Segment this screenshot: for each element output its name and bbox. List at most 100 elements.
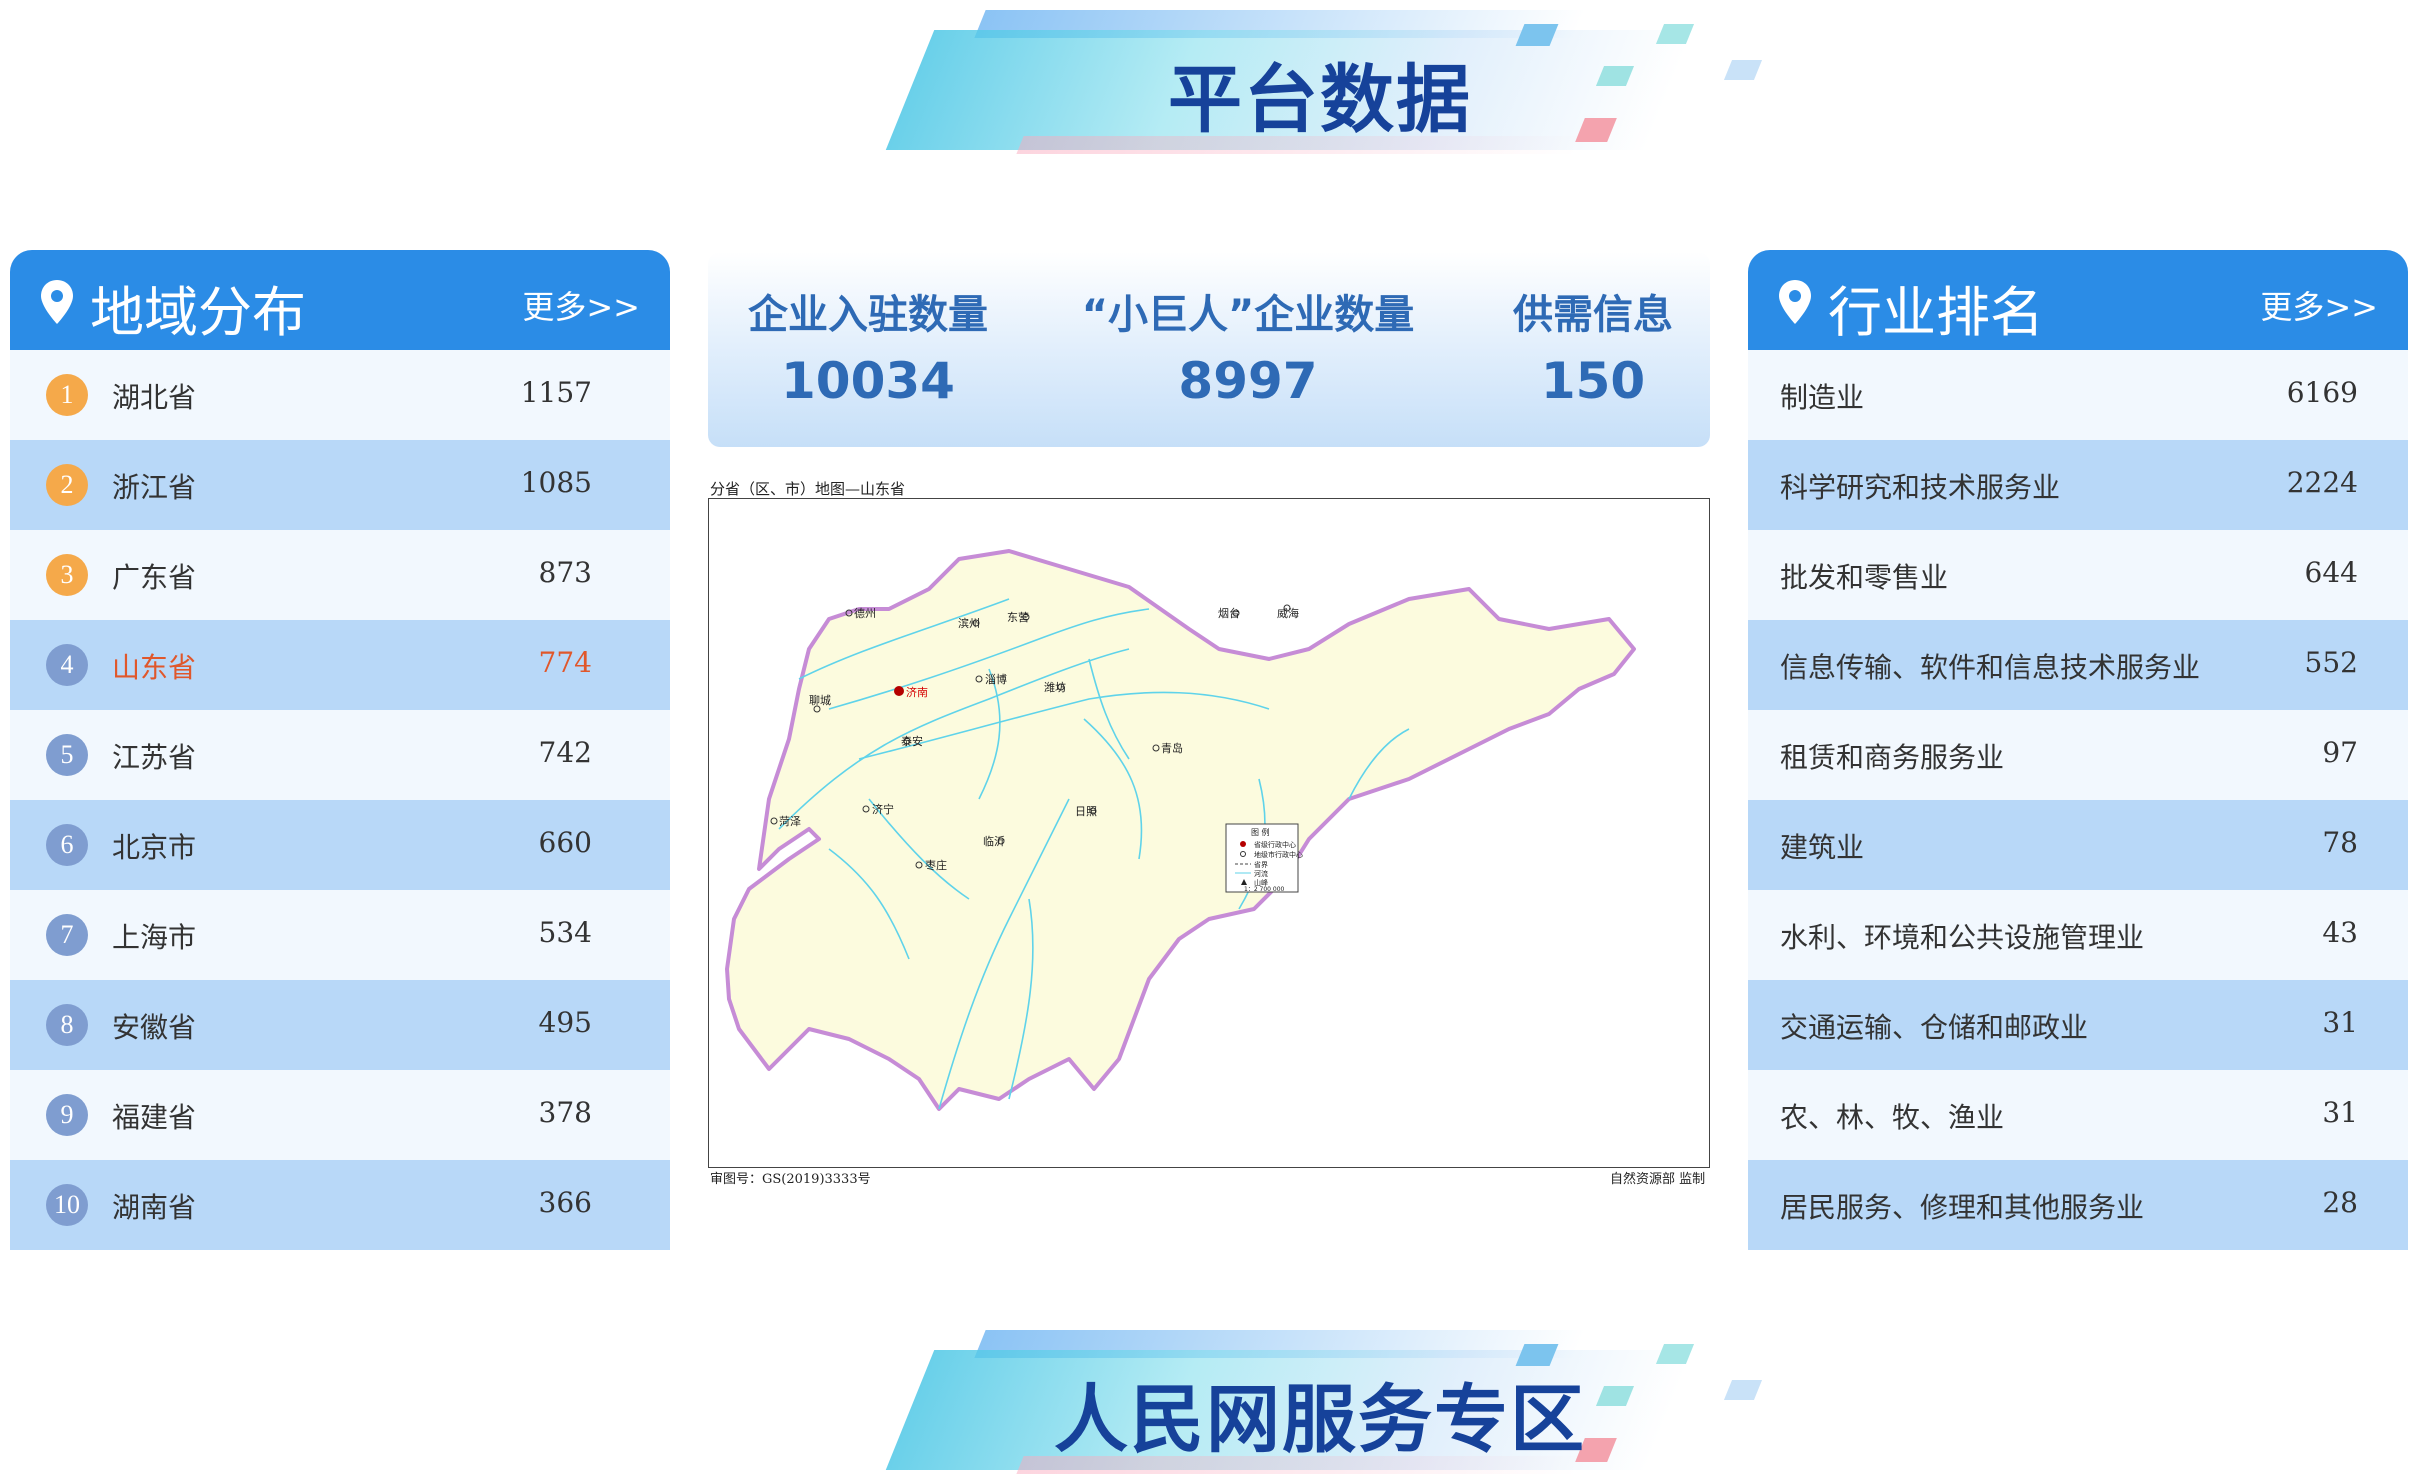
map-legend: 图 例 省级行政中心 地级市行政中心 省界 河流 山峰 1：2 700 000: [1225, 823, 1303, 893]
city-label: 济宁: [872, 802, 894, 816]
industry-name: 建筑业: [1780, 831, 1865, 864]
region-value: 742: [538, 736, 592, 769]
industry-name: 交通运输、仓储和邮政业: [1780, 1011, 2089, 1044]
top-banner: 平台数据: [880, 10, 1763, 160]
region-value: 366: [538, 1186, 592, 1219]
region-name: 江苏省: [112, 741, 197, 774]
industry-row[interactable]: 制造业 6169: [1748, 350, 2408, 440]
shandong-map[interactable]: 德州 滨州 东营 烟台 威海 聊城 济南 淄博 潍坊 泰安 青岛 济宁 菏泽 日…: [708, 498, 1710, 1168]
industry-value: 552: [2304, 646, 2358, 679]
industry-value: 31: [2322, 1096, 2358, 1129]
industry-row[interactable]: 租赁和商务服务业 97: [1748, 710, 2408, 800]
city-label: 聊城: [809, 693, 831, 707]
industry-panel: 行业排名 更多>> 制造业 6169 科学研究和技术服务业 2224 批发和零售业 644…: [1748, 250, 2408, 1250]
region-name: 北京市: [112, 831, 197, 864]
industry-row[interactable]: 建筑业 78: [1748, 800, 2408, 890]
industry-row[interactable]: 信息传输、软件和信息技术服务业 552: [1748, 620, 2408, 710]
region-row[interactable]: 2 浙江省 1085: [10, 440, 670, 530]
region-name: 上海市: [112, 921, 197, 954]
industry-value: 78: [2322, 826, 2358, 859]
industry-row[interactable]: 居民服务、修理和其他服务业 28: [1748, 1160, 2408, 1250]
region-value: 495: [538, 1006, 592, 1039]
region-name: 山东省: [112, 651, 197, 684]
industry-value: 2224: [2286, 466, 2358, 499]
region-value: 378: [538, 1096, 592, 1129]
region-name: 广东省: [112, 561, 197, 594]
region-row[interactable]: 4 山东省 774: [10, 620, 670, 710]
city-label: 威海: [1277, 606, 1299, 620]
legend-scale: 1：2 700 000: [1244, 886, 1285, 893]
rank-badge: 6: [46, 824, 88, 866]
legend-item: 河流: [1254, 869, 1268, 878]
stat-little-giant-count: “小巨人”企业数量 8997: [1058, 282, 1438, 410]
region-panel: 地域分布 更多>> 1 湖北省 1157 2 浙江省 1085 3 广东省 873 4 山东省 774…: [10, 250, 670, 1250]
rank-badge: 2: [46, 464, 88, 506]
stat-label: “小巨人”企业数量: [1081, 292, 1415, 338]
industry-name: 居民服务、修理和其他服务业: [1780, 1191, 2145, 1224]
region-name: 福建省: [112, 1101, 197, 1134]
region-row[interactable]: 9 福建省 378: [10, 1070, 670, 1160]
stat-value: 8997: [1178, 352, 1318, 410]
industry-row[interactable]: 水利、环境和公共设施管理业 43: [1748, 890, 2408, 980]
region-row[interactable]: 1 湖北省 1157: [10, 350, 670, 440]
region-list: 1 湖北省 1157 2 浙江省 1085 3 广东省 873 4 山东省 774 5 江苏省 742 6 北京…: [10, 350, 670, 1250]
city-label: 菏泽: [779, 815, 801, 828]
industry-name: 信息传输、软件和信息技术服务业: [1780, 651, 2201, 684]
city-label: 济南: [906, 685, 928, 699]
region-row[interactable]: 6 北京市 660: [10, 800, 670, 890]
stat-supply-demand: 供需信息 150: [1508, 282, 1678, 410]
region-name: 浙江省: [112, 471, 197, 504]
region-row[interactable]: 7 上海市 534: [10, 890, 670, 980]
industry-name: 制造业: [1780, 381, 1865, 414]
city-label: 青岛: [1161, 741, 1183, 755]
city-label: 潍坊: [1044, 680, 1066, 694]
industry-row[interactable]: 科学研究和技术服务业 2224: [1748, 440, 2408, 530]
bottom-banner: 人民网服务专区: [880, 1330, 1763, 1480]
stat-label: 企业入驻数量: [748, 292, 988, 338]
city-label: 日照: [1075, 805, 1097, 818]
legend-item: 省级行政中心: [1254, 840, 1296, 849]
city-label: 东营: [1007, 610, 1029, 624]
region-value: 873: [538, 556, 592, 589]
rank-badge: 7: [46, 914, 88, 956]
region-value: 660: [538, 826, 592, 859]
region-more-link[interactable]: 更多>>: [522, 282, 640, 328]
legend-item: 省界: [1254, 860, 1268, 869]
industry-value: 31: [2322, 1006, 2358, 1039]
industry-row[interactable]: 农、林、牧、渔业 31: [1748, 1070, 2408, 1160]
rank-badge: 5: [46, 734, 88, 776]
region-value: 1157: [520, 376, 592, 409]
industry-row[interactable]: 交通运输、仓储和邮政业 31: [1748, 980, 2408, 1070]
legend-item: 地级市行政中心: [1254, 850, 1303, 859]
location-pin-icon: [41, 280, 73, 324]
industry-name: 租赁和商务服务业: [1780, 741, 2005, 774]
region-row[interactable]: 3 广东省 873: [10, 530, 670, 620]
city-label: 烟台: [1218, 606, 1240, 620]
city-label: 德州: [854, 606, 876, 620]
region-value: 534: [538, 916, 592, 949]
region-value: 1085: [520, 466, 592, 499]
region-row[interactable]: 10 湖南省 366: [10, 1160, 670, 1250]
region-panel-title: 地域分布: [90, 281, 306, 344]
rank-badge: 1: [46, 374, 88, 416]
region-row[interactable]: 8 安徽省 495: [10, 980, 670, 1070]
city-label: 泰安: [901, 734, 923, 748]
region-name: 安徽省: [112, 1011, 197, 1044]
industry-panel-header: 行业排名 更多>>: [1748, 250, 2408, 350]
industry-list: 制造业 6169 科学研究和技术服务业 2224 批发和零售业 644 信息传输、软件和信息…: [1748, 350, 2408, 1250]
industry-value: 28: [2322, 1186, 2358, 1219]
industry-name: 农、林、牧、渔业: [1780, 1101, 2005, 1134]
map-supervisor: 自然资源部 监制: [1610, 1172, 1706, 1187]
region-row[interactable]: 5 江苏省 742: [10, 710, 670, 800]
region-name: 湖北省: [112, 381, 197, 414]
section-title: 人民网服务专区: [1054, 1377, 1586, 1463]
industry-more-link[interactable]: 更多>>: [2260, 282, 2378, 328]
map-review-number: 审图号：GS(2019)3333号: [710, 1172, 871, 1187]
region-name: 湖南省: [112, 1191, 197, 1224]
stat-value: 150: [1540, 352, 1646, 410]
industry-name: 科学研究和技术服务业: [1780, 471, 2061, 504]
industry-panel-title: 行业排名: [1828, 281, 2044, 344]
stat-label: 供需信息: [1513, 292, 1673, 338]
industry-row[interactable]: 批发和零售业 644: [1748, 530, 2408, 620]
industry-name: 水利、环境和公共设施管理业: [1780, 921, 2145, 954]
